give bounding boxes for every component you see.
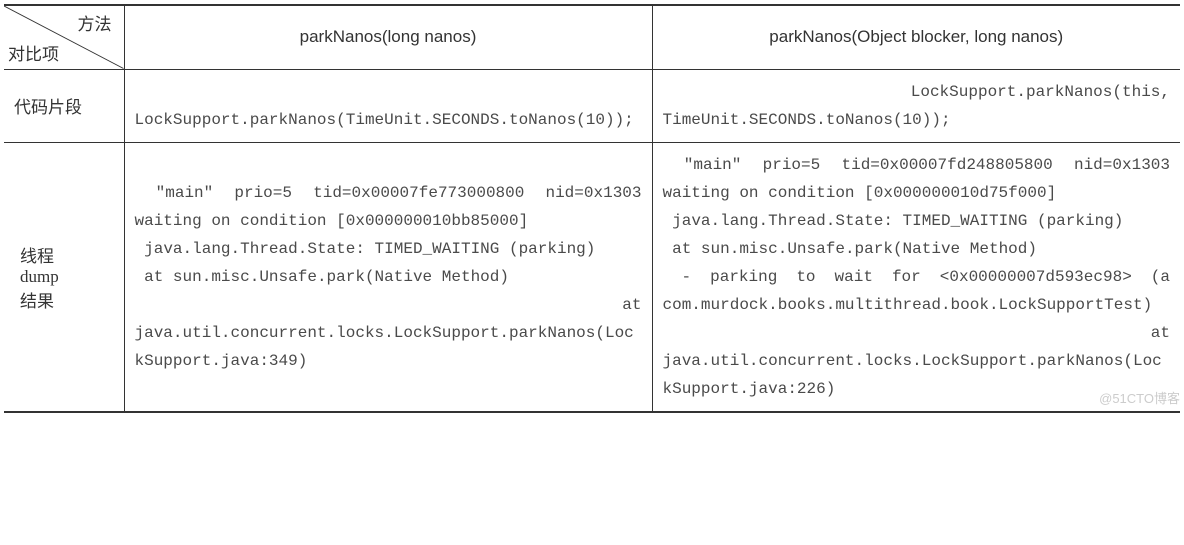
code-snippet-cell-2: LockSupport.parkNanos(this, TimeUnit.SEC… xyxy=(652,69,1180,142)
code-snippet-text: LockSupport.parkNanos(TimeUnit.SECONDS.t… xyxy=(135,78,642,134)
column-header-method-2: parkNanos(Object blocker, long nanos) xyxy=(652,5,1180,69)
header-methods-label: 方法 xyxy=(78,10,112,35)
column-header-method-1: parkNanos(long nanos) xyxy=(124,5,652,69)
row-label-line-3: 结果 xyxy=(20,287,114,312)
header-compare-label: 对比项 xyxy=(8,40,59,65)
thread-dump-text: "main" prio=5 tid=0x00007fd248805800 nid… xyxy=(663,151,1171,403)
code-snippet-text: LockSupport.parkNanos(this, TimeUnit.SEC… xyxy=(663,78,1171,134)
thread-dump-text: "main" prio=5 tid=0x00007fe773000800 nid… xyxy=(135,179,642,375)
row-label-code-snippet: 代码片段 xyxy=(4,69,124,142)
comparison-table: 方法 对比项 parkNanos(long nanos) parkNanos(O… xyxy=(4,4,1180,413)
thread-dump-cell-2: "main" prio=5 tid=0x00007fd248805800 nid… xyxy=(652,142,1180,412)
thread-dump-cell-1: "main" prio=5 tid=0x00007fe773000800 nid… xyxy=(124,142,652,412)
row-label-thread-dump: 线程 dump 结果 xyxy=(4,142,124,412)
watermark-text: @51CTO博客 xyxy=(1099,388,1180,407)
code-snippet-cell-1: LockSupport.parkNanos(TimeUnit.SECONDS.t… xyxy=(124,69,652,142)
diagonal-header-cell: 方法 对比项 xyxy=(4,5,124,69)
row-label-line-1: 线程 xyxy=(20,242,114,267)
row-label-line-2: dump xyxy=(20,267,114,287)
